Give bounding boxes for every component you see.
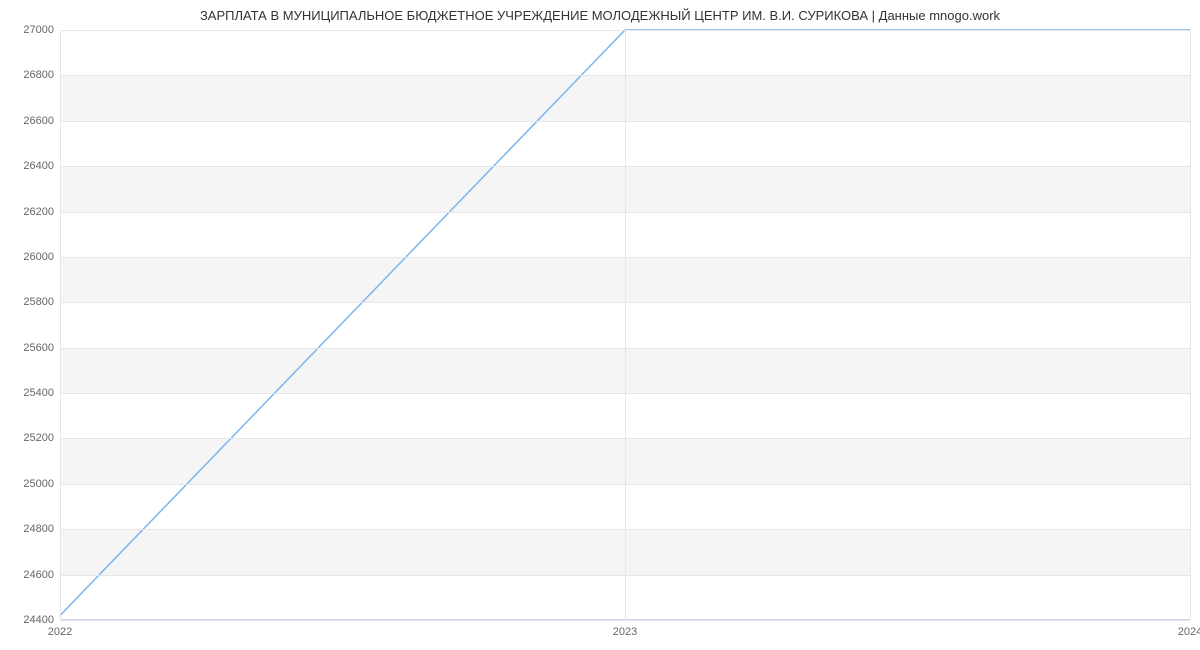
y-tick-label: 25800 xyxy=(23,296,60,308)
y-tick-label: 24600 xyxy=(23,569,60,581)
y-tick-label: 26400 xyxy=(23,160,60,172)
y-tick-label: 25000 xyxy=(23,478,60,490)
y-tick-label: 26600 xyxy=(23,115,60,127)
x-gridline xyxy=(60,30,61,620)
y-tick-label: 26800 xyxy=(23,69,60,81)
plot-area: 2440024600248002500025200254002560025800… xyxy=(60,30,1190,620)
salary-line-chart: ЗАРПЛАТА В МУНИЦИПАЛЬНОЕ БЮДЖЕТНОЕ УЧРЕЖ… xyxy=(0,0,1200,650)
y-tick-label: 26200 xyxy=(23,206,60,218)
x-gridline xyxy=(625,30,626,620)
x-tick-label: 2023 xyxy=(613,620,637,638)
y-tick-label: 25400 xyxy=(23,387,60,399)
y-tick-label: 25600 xyxy=(23,342,60,354)
y-tick-label: 24800 xyxy=(23,523,60,535)
y-tick-label: 26000 xyxy=(23,251,60,263)
y-tick-label: 27000 xyxy=(23,24,60,36)
x-tick-label: 2024 xyxy=(1178,620,1200,638)
y-tick-label: 25200 xyxy=(23,432,60,444)
x-tick-label: 2022 xyxy=(48,620,72,638)
chart-title: ЗАРПЛАТА В МУНИЦИПАЛЬНОЕ БЮДЖЕТНОЕ УЧРЕЖ… xyxy=(0,8,1200,23)
x-gridline xyxy=(1190,30,1191,620)
